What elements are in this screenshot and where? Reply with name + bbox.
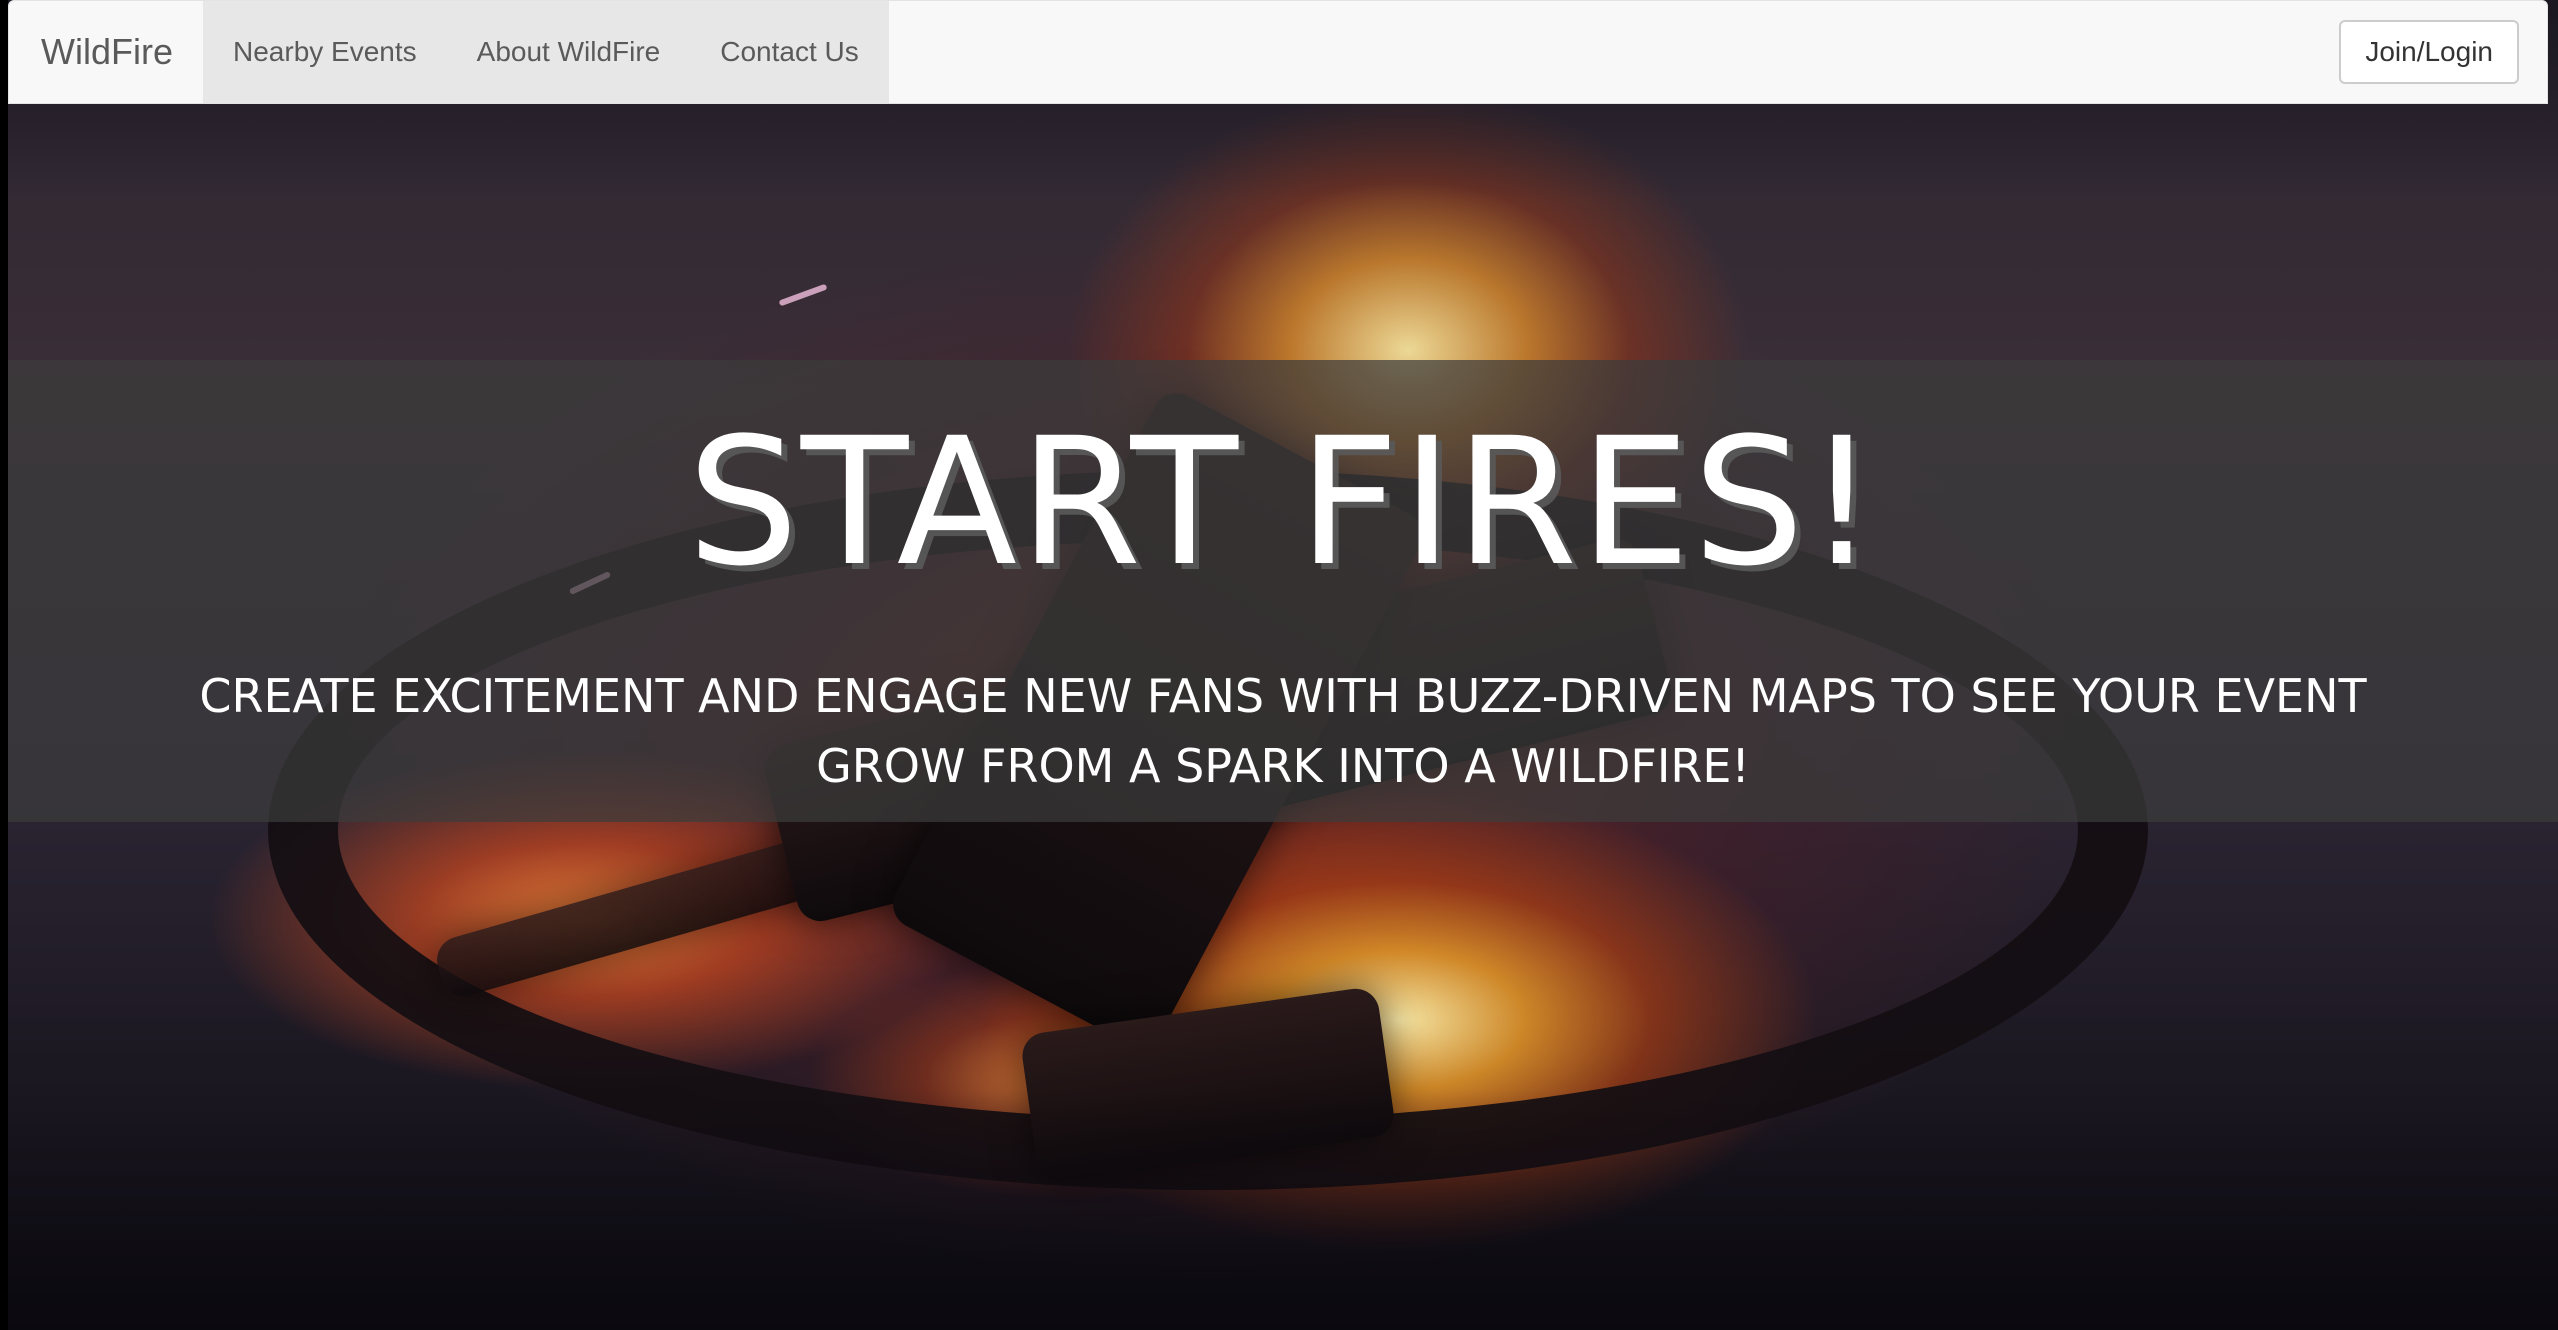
page: WildFire Nearby Events About WildFire Co… [0,0,2558,1330]
nav-link-nearby-events[interactable]: Nearby Events [203,1,447,103]
nav-links: Nearby Events About WildFire Contact Us [203,1,889,103]
hero-banner: START FIRES! CREATE EXCITEMENT AND ENGAG… [8,360,2558,822]
nav-link-about-wildfire[interactable]: About WildFire [447,1,691,103]
hero-subtitle: CREATE EXCITEMENT AND ENGAGE NEW FANS WI… [199,669,2367,793]
spark [778,283,828,307]
navbar: WildFire Nearby Events About WildFire Co… [8,0,2548,104]
nav-link-contact-us[interactable]: Contact Us [690,1,889,103]
hero-title: START FIRES! [687,400,1879,605]
brand-link[interactable]: WildFire [9,1,203,103]
join-login-button[interactable]: Join/Login [2339,20,2519,84]
